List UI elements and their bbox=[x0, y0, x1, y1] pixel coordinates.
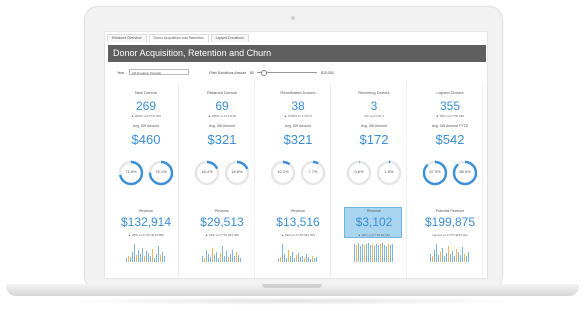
card-title: Recurring Donors bbox=[358, 90, 390, 95]
revenue-label: Revenue bbox=[366, 209, 381, 213]
laptop-notch bbox=[262, 284, 322, 288]
range-min-label: $0 bbox=[250, 71, 254, 75]
laptop-shadow bbox=[60, 297, 525, 305]
donor-count: 69 bbox=[215, 99, 229, 113]
revenue-amount: $132,914 bbox=[120, 215, 172, 229]
revenue-bar-chart[interactable] bbox=[354, 242, 394, 262]
revenue-comparison: ▲ 38% vs FYTD $2,246 bbox=[357, 233, 391, 237]
revenue-bar bbox=[468, 252, 470, 262]
kpi-card[interactable]: Reactivated Donors 38 ▲ 1785% vs FYTD 2 … bbox=[266, 82, 331, 278]
donut-chart[interactable]: 87.9% bbox=[422, 160, 448, 186]
revenue-label: Potential Revenue bbox=[435, 209, 465, 213]
revenue-comparison: Lapsed vs FYTD $156,421 bbox=[432, 233, 468, 237]
revenue-label: Revenue bbox=[214, 209, 229, 213]
title-bar: Donor Acquisition, Retention and Churn bbox=[108, 45, 486, 62]
donut-percent: 88.5% bbox=[459, 169, 471, 174]
kpi-card[interactable]: Recurring Donors 3 0% vs FYTD 3 Avg. Gif… bbox=[342, 82, 407, 278]
avg-gift-amount: $460 bbox=[131, 132, 161, 147]
donor-count: 269 bbox=[135, 99, 157, 113]
donut-percent: 0.8% bbox=[354, 169, 364, 174]
avg-gift-amount: $542 bbox=[435, 132, 465, 147]
donor-count: 38 bbox=[291, 99, 305, 113]
range-max-label: $10,000 bbox=[321, 71, 334, 75]
donor-count: 3 bbox=[370, 99, 378, 113]
revenue-bar bbox=[164, 256, 166, 262]
revenue-amount: $13,516 bbox=[276, 215, 320, 229]
donor-count-comparison: ▲ 1785% vs FYTD 2 bbox=[283, 114, 313, 118]
page-title: Donor Acquisition, Retention and Churn bbox=[113, 48, 272, 58]
range-filter-label: Filter Donations Amount bbox=[209, 71, 247, 75]
donut-chart[interactable]: 1.8% bbox=[376, 160, 402, 186]
donut-percent: 10.1% bbox=[277, 169, 289, 174]
revenue-comparison: ▲ 28% vs FYTD $178,586 bbox=[128, 233, 164, 237]
revenue-label: Revenue bbox=[290, 209, 305, 213]
revenue-bar bbox=[240, 258, 242, 262]
revenue-amount: $29,513 bbox=[200, 215, 244, 229]
donor-count-comparison: ▲ 25% vs FYTD 284 bbox=[435, 114, 465, 118]
donut-percent: 87.9% bbox=[429, 169, 441, 174]
donor-count-comparison: 0% vs FYTD 3 bbox=[364, 114, 384, 118]
avg-gift-amount: $321 bbox=[283, 132, 313, 147]
revenue-amount: $199,875 bbox=[424, 215, 476, 229]
camera-icon bbox=[291, 16, 295, 20]
avg-gift-label: Avg. Gift Amount bbox=[132, 124, 160, 128]
avg-gift-label: Avg. Gift Amount bbox=[284, 124, 312, 128]
card-title: Lapsed Donors bbox=[436, 90, 464, 95]
kpi-card[interactable]: Lapsed Donors 355 ▲ 25% vs FYTD 284 Avg.… bbox=[418, 82, 483, 278]
donut-chart[interactable]: 18.8% bbox=[224, 160, 250, 186]
donor-count: 355 bbox=[439, 99, 461, 113]
revenue-bar-chart[interactable] bbox=[202, 242, 242, 262]
donut-percent: 75.1% bbox=[155, 169, 167, 174]
donut-chart[interactable]: 75.1% bbox=[148, 160, 174, 186]
revenue-amount: $3,102 bbox=[355, 215, 393, 229]
donut-chart[interactable]: 18.4% bbox=[194, 160, 220, 186]
avg-gift-label: Avg. Gift Amount bbox=[360, 124, 388, 128]
revenue-bar-chart[interactable] bbox=[430, 242, 470, 262]
card-title: Retained Donors bbox=[206, 90, 238, 95]
filter-bar: Year (All Donation Periods) Filter Donat… bbox=[117, 69, 477, 77]
donut-chart[interactable]: 10.1% bbox=[270, 160, 296, 186]
range-slider-handle[interactable] bbox=[261, 70, 267, 76]
revenue-comparison: ▲ 39% vs FYTD $11,063 bbox=[281, 233, 315, 237]
revenue-bar bbox=[316, 257, 318, 262]
revenue-bar-chart[interactable] bbox=[278, 242, 318, 262]
revenue-bar bbox=[392, 244, 394, 262]
donut-percent: 71.5% bbox=[125, 169, 137, 174]
kpi-card[interactable]: New Donors 269 ▲ 209% vs FYTD 365 Avg. G… bbox=[114, 82, 179, 278]
donut-percent: 1.8% bbox=[384, 169, 394, 174]
revenue-comparison: ▲ 16% vs FYTD $44,382 bbox=[205, 233, 239, 237]
donut-chart[interactable]: 0.8% bbox=[346, 160, 372, 186]
donut-percent: 18.4% bbox=[201, 169, 213, 174]
avg-gift-amount: $172 bbox=[359, 132, 389, 147]
avg-gift-label: Avg. Gift Amount FYTD bbox=[431, 124, 469, 128]
kpi-cards: New Donors 269 ▲ 209% vs FYTD 365 Avg. G… bbox=[114, 82, 484, 278]
kpi-card[interactable]: Retained Donors 69 ▲ 208% vs FYTD 30 Avg… bbox=[190, 82, 255, 278]
donut-percent: 7.7% bbox=[308, 169, 318, 174]
revenue-bar-chart[interactable] bbox=[126, 242, 166, 262]
card-title: New Donors bbox=[134, 90, 157, 95]
tab-retained-overview[interactable]: Retained Overview bbox=[107, 34, 147, 42]
donor-count-comparison: ▲ 209% vs FYTD 365 bbox=[131, 114, 161, 118]
avg-gift-label: Avg. Gift Amount bbox=[208, 124, 236, 128]
revenue-label: Revenue bbox=[138, 209, 153, 213]
donut-percent: 18.8% bbox=[231, 169, 243, 174]
year-filter-select[interactable]: (All Donation Periods) bbox=[129, 69, 189, 75]
dashboard-screen: Retained Overview Donor Acquisition and … bbox=[104, 31, 488, 279]
donut-chart[interactable]: 71.5% bbox=[118, 160, 144, 186]
tab-lapsed-donations[interactable]: Lapsed Donations bbox=[210, 34, 249, 42]
avg-gift-amount: $321 bbox=[207, 132, 237, 147]
year-filter-label: Year bbox=[117, 71, 125, 75]
card-title: Reactivated Donors bbox=[280, 90, 316, 95]
dashboard-tabs: Retained Overview Donor Acquisition and … bbox=[107, 34, 249, 42]
donor-count-comparison: ▲ 208% vs FYTD 30 bbox=[207, 114, 237, 118]
donut-chart[interactable]: 7.7% bbox=[300, 160, 326, 186]
tab-acquisition-retention[interactable]: Donor Acquisition and Retention bbox=[148, 34, 209, 42]
donut-chart[interactable]: 88.5% bbox=[452, 160, 478, 186]
